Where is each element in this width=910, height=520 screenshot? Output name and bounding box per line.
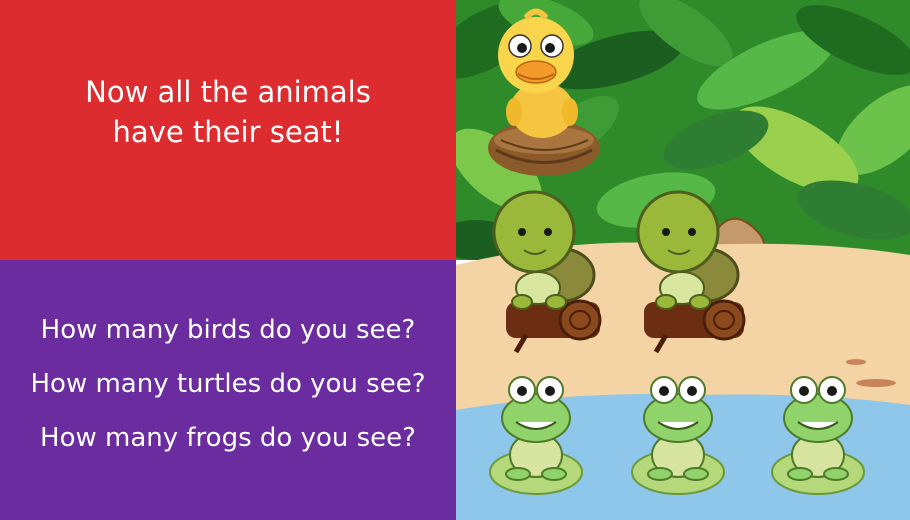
pebble bbox=[856, 379, 896, 387]
headline-text: Now all the animals have their seat! bbox=[85, 75, 371, 149]
jungle-scene-illustration bbox=[456, 0, 910, 520]
question-frogs: How many frogs do you see? bbox=[40, 423, 416, 453]
headline-panel: Now all the animals have their seat! bbox=[0, 0, 456, 260]
question-birds: How many birds do you see? bbox=[40, 315, 416, 345]
pebble bbox=[846, 359, 866, 365]
scene-svg bbox=[456, 0, 910, 520]
question-turtles: How many turtles do you see? bbox=[30, 369, 426, 399]
questions-panel: How many birds do you see? How many turt… bbox=[0, 260, 456, 520]
